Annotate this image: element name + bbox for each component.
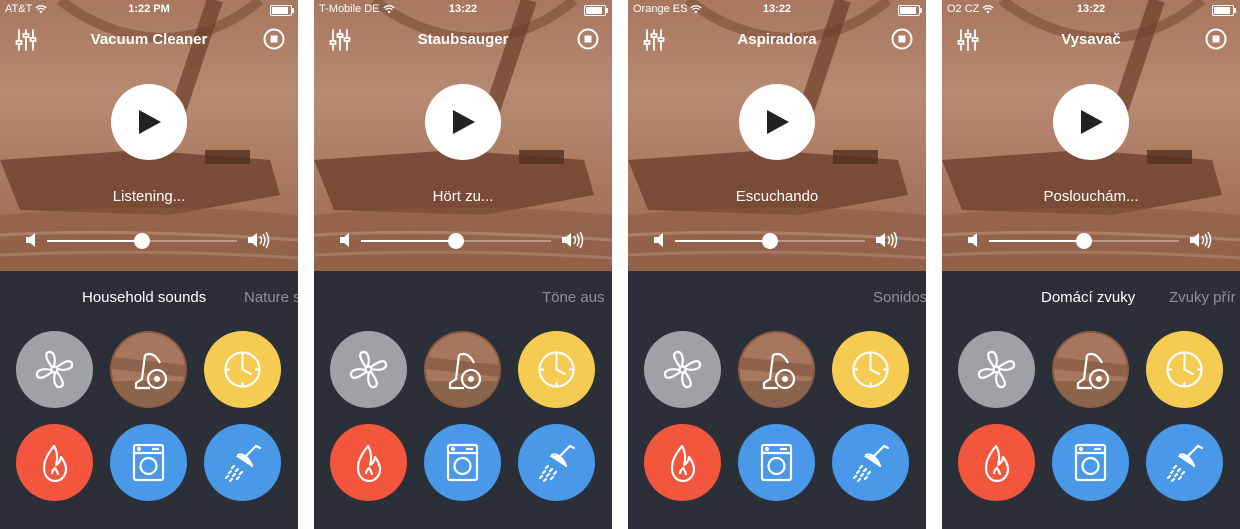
play-button[interactable] [111, 84, 187, 160]
fan-sound-button[interactable] [958, 331, 1035, 408]
washing-machine-sound-button[interactable] [110, 424, 187, 501]
status-bar: T-Mobile DE 13:22 [314, 0, 612, 20]
washing-machine-sound-button[interactable] [738, 424, 815, 501]
phone-screen: T-Mobile DE 13:22 Staubsauger Hört zu...… [314, 0, 612, 529]
phone-screen: Orange ES 13:22 Aspiradora Escuchando So… [628, 0, 926, 529]
clock-sound-button[interactable] [1146, 331, 1223, 408]
fan-sound-button[interactable] [16, 331, 93, 408]
volume-control [628, 228, 926, 252]
stop-icon[interactable] [891, 28, 913, 55]
fire-sound-button[interactable] [16, 424, 93, 501]
category-tab-next[interactable]: Töne aus [542, 289, 605, 306]
fire-sound-button[interactable] [958, 424, 1035, 501]
shower-sound-button[interactable] [1146, 424, 1223, 501]
play-button[interactable] [425, 84, 501, 160]
sound-title: Vysavač [1061, 31, 1121, 48]
speaker-high-icon [247, 230, 273, 255]
volume-slider[interactable] [989, 233, 1179, 249]
stop-icon[interactable] [1205, 28, 1227, 55]
battery-icon [898, 5, 922, 16]
clock-sound-button[interactable] [832, 331, 909, 408]
fan-sound-button[interactable] [644, 331, 721, 408]
volume-slider-thumb[interactable] [448, 233, 464, 249]
vacuum-sound-button[interactable] [1052, 331, 1129, 408]
speaker-low-icon [25, 232, 39, 253]
clock-sound-button[interactable] [518, 331, 595, 408]
play-button[interactable] [1053, 84, 1129, 160]
clock-sound-button[interactable] [204, 331, 281, 408]
status-bar: O2 CZ 13:22 [942, 0, 1240, 20]
status-bar: Orange ES 13:22 [628, 0, 926, 20]
listening-status: Hört zu... [432, 188, 494, 205]
now-playing-hero: Orange ES 13:22 Aspiradora Escuchando [628, 0, 926, 271]
volume-slider[interactable] [675, 233, 865, 249]
category-tabs: Household sounds Nature s [0, 289, 298, 309]
now-playing-hero: T-Mobile DE 13:22 Staubsauger Hört zu... [314, 0, 612, 271]
listening-status: Escuchando [735, 188, 819, 205]
category-tab-current[interactable]: Domácí zvuky [1041, 289, 1135, 306]
play-button[interactable] [739, 84, 815, 160]
now-playing-hero: O2 CZ 13:22 Vysavač Poslouchám... [942, 0, 1240, 271]
volume-slider[interactable] [47, 233, 237, 249]
fire-sound-button[interactable] [644, 424, 721, 501]
washing-machine-sound-button[interactable] [424, 424, 501, 501]
washing-machine-sound-button[interactable] [1052, 424, 1129, 501]
speaker-low-icon [339, 232, 353, 253]
listening-status: Listening... [112, 188, 186, 205]
volume-slider-thumb[interactable] [134, 233, 150, 249]
volume-control [314, 228, 612, 252]
speaker-high-icon [1189, 230, 1215, 255]
clock-time: 13:22 [762, 3, 792, 15]
vacuum-sound-button[interactable] [110, 331, 187, 408]
listening-status: Poslouchám... [1043, 188, 1139, 205]
clock-time: 1:22 PM [128, 3, 170, 15]
sound-title: Vacuum Cleaner [90, 31, 208, 48]
category-tab-current[interactable]: Household sounds [82, 289, 206, 306]
volume-control [942, 228, 1240, 252]
speaker-high-icon [875, 230, 901, 255]
sound-title: Aspiradora [737, 31, 817, 48]
volume-slider-thumb[interactable] [1076, 233, 1092, 249]
clock-time: 13:22 [1076, 3, 1106, 15]
vacuum-sound-button[interactable] [424, 331, 501, 408]
stop-icon[interactable] [263, 28, 285, 55]
phone-screen: AT&T 1:22 PM Vacuum Cleaner Listening...… [0, 0, 298, 529]
category-tab-next[interactable]: Zvuky přír [1169, 289, 1236, 306]
sound-title: Staubsauger [417, 31, 509, 48]
speaker-low-icon [653, 232, 667, 253]
battery-icon [270, 5, 294, 16]
speaker-low-icon [967, 232, 981, 253]
fan-sound-button[interactable] [330, 331, 407, 408]
shower-sound-button[interactable] [832, 424, 909, 501]
status-bar: AT&T 1:22 PM [0, 0, 298, 20]
volume-control [0, 228, 298, 252]
battery-icon [1212, 5, 1236, 16]
volume-slider-thumb[interactable] [762, 233, 778, 249]
shower-sound-button[interactable] [518, 424, 595, 501]
stop-icon[interactable] [577, 28, 599, 55]
phone-screen: O2 CZ 13:22 Vysavač Poslouchám... Domácí… [942, 0, 1240, 529]
vacuum-sound-button[interactable] [738, 331, 815, 408]
volume-slider[interactable] [361, 233, 551, 249]
category-tab-next[interactable]: Nature s [244, 289, 298, 306]
battery-icon [584, 5, 608, 16]
shower-sound-button[interactable] [204, 424, 281, 501]
clock-time: 13:22 [448, 3, 478, 15]
now-playing-hero: AT&T 1:22 PM Vacuum Cleaner Listening... [0, 0, 298, 271]
category-tabs: Haushaltstöne Töne aus [314, 289, 612, 309]
category-tab-next[interactable]: Sonidos [873, 289, 926, 306]
speaker-high-icon [561, 230, 587, 255]
fire-sound-button[interactable] [330, 424, 407, 501]
category-tabs: Domácí zvuky Zvuky přír [942, 289, 1240, 309]
category-tabs: Sonidos de la casa Sonidos [628, 289, 926, 309]
